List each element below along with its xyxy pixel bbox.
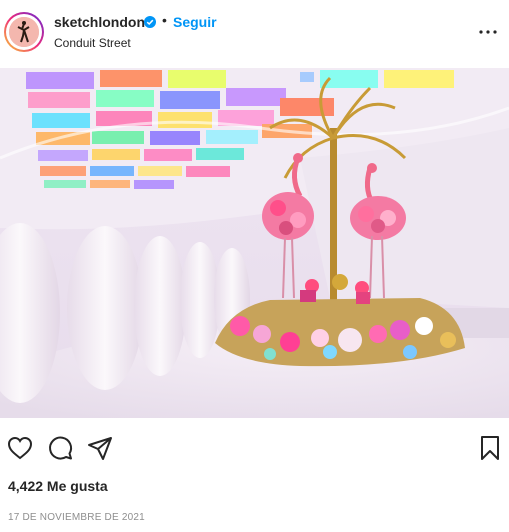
action-bar xyxy=(0,430,509,466)
avatar-image xyxy=(9,17,39,47)
share-icon[interactable] xyxy=(86,434,114,462)
follow-button[interactable]: Seguir xyxy=(173,14,217,30)
comment-icon[interactable] xyxy=(46,434,74,462)
username[interactable]: sketchlondon xyxy=(54,14,145,30)
likes-count[interactable]: 4,422 Me gusta xyxy=(8,478,108,494)
post-date[interactable]: 17 DE NOVIEMBRE DE 2021 xyxy=(8,512,145,523)
avatar[interactable] xyxy=(4,12,44,52)
verified-badge-icon xyxy=(144,16,156,28)
more-options-icon[interactable] xyxy=(474,20,502,44)
heart-icon[interactable] xyxy=(6,434,34,462)
post-image[interactable] xyxy=(0,68,509,418)
post-header: sketchlondon • Seguir Conduit Street xyxy=(0,0,509,66)
separator-dot: • xyxy=(162,12,167,28)
location-link[interactable]: Conduit Street xyxy=(54,36,131,50)
bookmark-icon[interactable] xyxy=(476,434,504,462)
